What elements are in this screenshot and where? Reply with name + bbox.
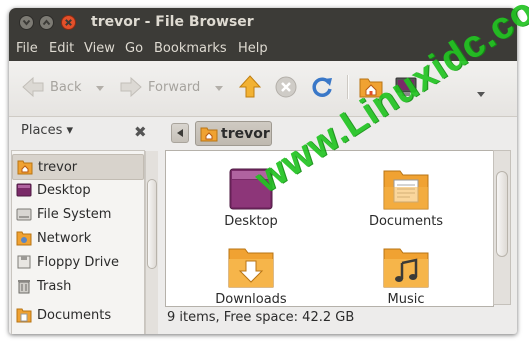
- sidebar-item-label: Floppy Drive: [37, 254, 120, 270]
- menu-edit[interactable]: Edit: [49, 41, 74, 56]
- menu-bookmarks[interactable]: Bookmarks: [154, 41, 227, 56]
- file-item-documents[interactable]: Documents: [356, 165, 456, 229]
- back-button[interactable]: Back: [21, 74, 82, 100]
- sidebar-item-documents[interactable]: Documents: [12, 303, 142, 327]
- back-arrow-icon: [22, 76, 44, 98]
- left-triangle-icon: [177, 129, 183, 137]
- sidebar-scrollbar-thumb[interactable]: [147, 179, 157, 269]
- file-item-downloads[interactable]: Downloads: [201, 243, 301, 307]
- floppy-icon: [16, 254, 32, 270]
- file-label: Desktop: [224, 214, 278, 229]
- reload-button[interactable]: [310, 74, 334, 100]
- file-view: Desktop Documents Downloads Music: [165, 150, 494, 307]
- home-folder-icon: [17, 159, 33, 175]
- drive-icon: [16, 206, 32, 222]
- stop-icon: [275, 76, 297, 98]
- sidebar-item-file-system[interactable]: File System: [12, 202, 142, 226]
- music-folder-icon: [382, 243, 430, 291]
- sidebar-header[interactable]: Places ▾: [21, 123, 73, 138]
- sidebar-item-label: trevor: [38, 159, 78, 175]
- window-title: trevor - File Browser: [91, 14, 254, 30]
- forward-button[interactable]: Forward: [119, 74, 200, 100]
- forward-label: Forward: [148, 79, 201, 95]
- sidebar-item-trash[interactable]: Trash: [12, 274, 142, 298]
- home-folder-icon: [200, 126, 218, 142]
- stop-button[interactable]: [275, 74, 297, 100]
- menu-file[interactable]: File: [16, 41, 38, 56]
- file-view-scrollbar-thumb[interactable]: [496, 171, 508, 257]
- toolbar-overflow-menu[interactable]: [477, 92, 485, 97]
- desktop-icon: [16, 182, 32, 198]
- folder-icon: [16, 307, 32, 323]
- minimize-button[interactable]: [19, 15, 34, 30]
- back-history-dropdown[interactable]: [96, 86, 104, 91]
- close-button[interactable]: [61, 15, 76, 30]
- menu-view[interactable]: View: [84, 41, 115, 56]
- downloads-folder-icon: [227, 243, 275, 291]
- sidebar-item-label: Documents: [37, 307, 112, 323]
- trash-icon: [16, 278, 32, 294]
- sidebar-item-floppy-drive[interactable]: Floppy Drive: [12, 250, 142, 274]
- documents-folder-icon: [382, 165, 430, 213]
- status-bar: 9 items, Free space: 42.2 GB: [167, 310, 355, 325]
- path-label: trevor: [221, 125, 270, 142]
- path-scroll-left-button[interactable]: [171, 123, 189, 143]
- sidebar-item-network[interactable]: Network: [12, 226, 142, 250]
- title-bar: trevor - File Browser: [9, 8, 517, 37]
- file-label: Music: [387, 292, 425, 307]
- sidebar-item-trevor[interactable]: trevor: [12, 154, 144, 180]
- sidebar-item-label: Trash: [37, 278, 72, 294]
- close-sidebar-icon[interactable]: ✖: [134, 123, 147, 141]
- file-view-scrollbar[interactable]: [493, 150, 511, 305]
- sidebar-item-label: File System: [37, 206, 112, 222]
- up-button[interactable]: [239, 74, 261, 100]
- sidebar-title: Places: [21, 123, 63, 138]
- menu-go[interactable]: Go: [125, 41, 143, 56]
- file-label: Downloads: [215, 292, 287, 307]
- menu-help[interactable]: Help: [238, 41, 268, 56]
- reload-icon: [312, 77, 332, 97]
- sidebar-item-desktop[interactable]: Desktop: [12, 178, 142, 202]
- up-arrow-icon: [239, 75, 261, 98]
- file-label: Documents: [368, 214, 444, 229]
- file-item-music[interactable]: Music: [356, 243, 456, 307]
- toolbar-separator: [347, 75, 349, 99]
- forward-history-dropdown[interactable]: [215, 86, 223, 91]
- sidebar-item-label: Network: [37, 230, 92, 246]
- places-list: trevor Desktop File System Network Flopp…: [11, 150, 145, 334]
- path-button-home[interactable]: trevor: [195, 121, 272, 146]
- sidebar: Places ▾ ✖ trevor Desktop File System Ne…: [9, 117, 158, 334]
- sidebar-item-label: Desktop: [37, 182, 91, 198]
- forward-arrow-icon: [120, 76, 142, 98]
- network-icon: [16, 230, 32, 246]
- back-label: Back: [50, 79, 82, 95]
- sidebar-scrollbar[interactable]: [145, 151, 158, 334]
- maximize-button[interactable]: [39, 15, 54, 30]
